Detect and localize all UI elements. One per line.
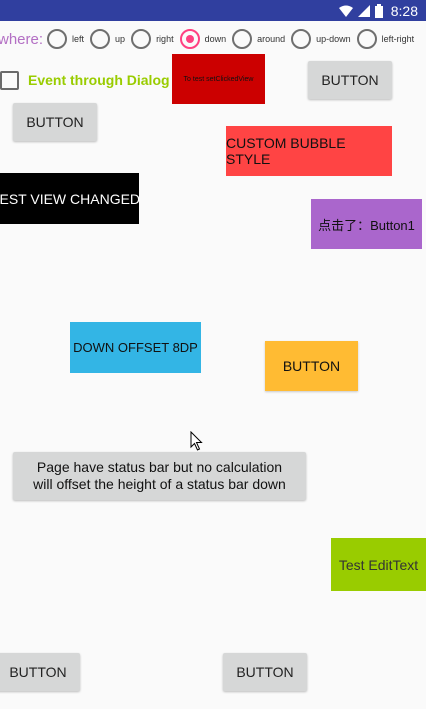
radio-label: left bbox=[72, 34, 85, 44]
status-bar: 8:28 bbox=[0, 0, 426, 21]
radio-button[interactable] bbox=[232, 29, 253, 49]
test-edittext[interactable]: Test EditText bbox=[331, 538, 426, 591]
radio-left-right[interactable]: left-right bbox=[356, 29, 415, 49]
radio-button[interactable] bbox=[131, 29, 152, 49]
radio-label: right bbox=[156, 34, 174, 44]
radio-around[interactable]: around bbox=[232, 29, 285, 49]
status-button-line-2: will offset the height of a status bar d… bbox=[33, 476, 286, 492]
top-right-button[interactable]: BUTTON bbox=[308, 61, 392, 99]
wifi-icon bbox=[338, 5, 353, 17]
radio-label: down bbox=[204, 34, 227, 44]
where-radio-group: where: left up right down around up-down… bbox=[0, 26, 426, 52]
radio-button[interactable] bbox=[47, 29, 68, 49]
clicked-info-view[interactable]: 点击了：Button1 bbox=[311, 199, 422, 249]
yellow-button[interactable]: BUTTON bbox=[265, 341, 358, 391]
status-time: 8:28 bbox=[390, 2, 418, 19]
left-button[interactable]: BUTTON bbox=[13, 103, 97, 141]
where-label: where: bbox=[0, 30, 44, 48]
radio-button[interactable] bbox=[90, 29, 111, 49]
status-bar-offset-button[interactable]: Page have status bar but no calculation … bbox=[13, 452, 306, 500]
clicked-view-box[interactable]: To test setClickedView bbox=[172, 54, 265, 104]
radio-button[interactable] bbox=[291, 29, 312, 49]
radio-down[interactable]: down bbox=[179, 29, 227, 49]
radio-label: up-down bbox=[316, 34, 351, 44]
battery-icon bbox=[374, 3, 383, 18]
signal-icon bbox=[357, 4, 370, 17]
test-view-changed[interactable]: TEST VIEW CHANGED bbox=[0, 173, 140, 224]
radio-button[interactable] bbox=[356, 29, 377, 49]
custom-bubble-style-view[interactable]: CUSTOM BUBBLE STYLE bbox=[226, 126, 392, 176]
radio-right[interactable]: right bbox=[131, 29, 174, 49]
down-offset-view[interactable]: DOWN OFFSET 8DP bbox=[70, 322, 201, 373]
status-button-line-1: Page have status bar but no calculation bbox=[36, 459, 283, 475]
radio-left[interactable]: left bbox=[47, 29, 84, 49]
radio-button-checked[interactable] bbox=[179, 29, 200, 49]
radio-label: up bbox=[115, 34, 126, 44]
bottom-left-button[interactable]: BUTTON bbox=[0, 653, 80, 691]
radio-label: left-right bbox=[381, 34, 415, 44]
event-dialog-checkbox-row[interactable]: Event through Dialog bbox=[0, 70, 170, 90]
radio-label: around bbox=[257, 34, 286, 44]
bottom-center-button[interactable]: BUTTON bbox=[223, 653, 307, 691]
radio-up[interactable]: up bbox=[90, 29, 125, 49]
radio-up-down[interactable]: up-down bbox=[291, 29, 351, 49]
event-dialog-label: Event through Dialog bbox=[28, 72, 170, 88]
mouse-pointer-icon bbox=[190, 431, 203, 451]
event-dialog-checkbox[interactable] bbox=[0, 70, 19, 90]
status-icons: 8:28 bbox=[338, 1, 418, 20]
